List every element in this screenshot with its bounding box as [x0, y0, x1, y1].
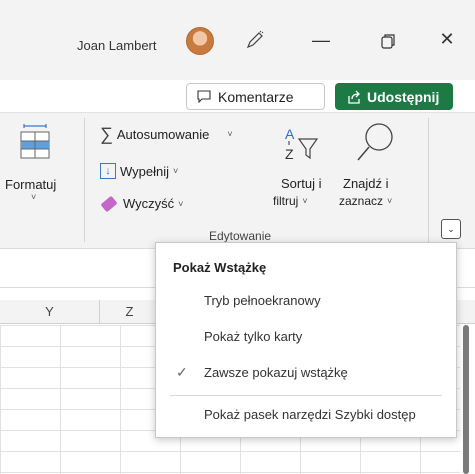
menu-item-label: Pokaż tylko karty: [204, 328, 303, 344]
find-select-dropdown[interactable]: zaznacz ˅: [339, 194, 392, 208]
menu-title: Pokaż Wstążkę: [173, 260, 267, 275]
autosum-button[interactable]: ∑ Autosumowanie ˅: [100, 125, 233, 143]
fill-down-icon: ↓: [100, 163, 116, 179]
fill-button[interactable]: ↓ Wypełnij ˅: [100, 163, 178, 179]
share-icon: [348, 90, 360, 104]
group-divider: [84, 118, 85, 242]
chevron-down-icon: ˅: [387, 196, 393, 206]
svg-text:Z: Z: [285, 146, 294, 162]
svg-text:A: A: [285, 126, 295, 142]
close-icon[interactable]: ✕: [436, 28, 458, 50]
menu-item-label: Pokaż pasek narzędzi Szybki dostęp: [204, 406, 416, 422]
share-button[interactable]: Udostępnij: [335, 83, 453, 110]
sort-filter-dropdown[interactable]: filtruj ˅: [273, 194, 308, 208]
avatar[interactable]: [186, 27, 214, 55]
group-label-editing: Edytowanie: [209, 229, 272, 243]
group-divider: [428, 118, 429, 242]
restore-icon[interactable]: [378, 31, 398, 51]
minimize-icon[interactable]: —: [310, 29, 332, 51]
menu-item-label: Tryb pełnoekranowy: [204, 292, 321, 308]
format-cells-icon[interactable]: [20, 124, 50, 160]
share-label: Udostępnij: [367, 88, 440, 105]
find-select-label[interactable]: Znajdź i: [343, 176, 389, 191]
ribbon-display-options-button[interactable]: ⌄: [441, 219, 461, 239]
eraser-icon: [100, 195, 118, 212]
clear-button[interactable]: Wyczyść ˅: [100, 195, 184, 212]
comments-label: Komentarze: [218, 88, 294, 105]
autosum-label: Autosumowanie: [116, 126, 210, 142]
sort-filter-icon[interactable]: A Z: [283, 125, 319, 165]
sort-filter-label[interactable]: Sortuj i: [281, 176, 321, 191]
pen-icon[interactable]: [245, 30, 265, 50]
chevron-down-icon[interactable]: ˅: [31, 192, 36, 202]
search-icon[interactable]: [355, 121, 395, 163]
column-header-z[interactable]: Z: [100, 300, 160, 324]
vertical-scrollbar[interactable]: [463, 325, 469, 474]
fill-label: Wypełnij: [120, 163, 170, 179]
chevron-down-icon: ˅: [302, 196, 308, 206]
title-bar: [0, 0, 475, 80]
chevron-down-icon: ⌄: [447, 223, 455, 234]
menu-item-show-tabs-only[interactable]: Pokaż tylko karty: [156, 319, 456, 353]
menu-item-full-screen[interactable]: Tryb pełnoekranowy: [156, 283, 456, 317]
chevron-down-icon: ˅: [173, 166, 179, 176]
chevron-down-icon: ˅: [178, 198, 184, 209]
sort-filter-label-2: filtruj: [273, 194, 299, 208]
ribbon-display-menu: Pokaż Wstążkę Tryb pełnoekranowy Pokaż t…: [155, 242, 457, 438]
find-select-label-2: zaznacz: [339, 194, 384, 208]
comment-icon: [197, 90, 211, 103]
checkmark-icon: ✓: [176, 363, 188, 380]
menu-item-always-show-ribbon[interactable]: ✓ Zawsze pokazuj wstążkę: [156, 355, 456, 389]
clear-label: Wyczyść: [123, 196, 175, 211]
menu-item-show-quick-access-toolbar[interactable]: Pokaż pasek narzędzi Szybki dostęp: [156, 397, 456, 431]
comments-button[interactable]: Komentarze: [186, 83, 325, 110]
column-header-y[interactable]: Y: [0, 300, 100, 324]
user-name[interactable]: Joan Lambert: [77, 38, 157, 53]
chevron-down-icon: ˅: [227, 129, 233, 139]
format-label[interactable]: Formatuj: [5, 177, 56, 192]
sigma-icon: ∑: [100, 124, 113, 144]
menu-item-label: Zawsze pokazuj wstążkę: [204, 364, 348, 380]
ribbon: [0, 112, 475, 248]
menu-divider: [170, 395, 442, 396]
